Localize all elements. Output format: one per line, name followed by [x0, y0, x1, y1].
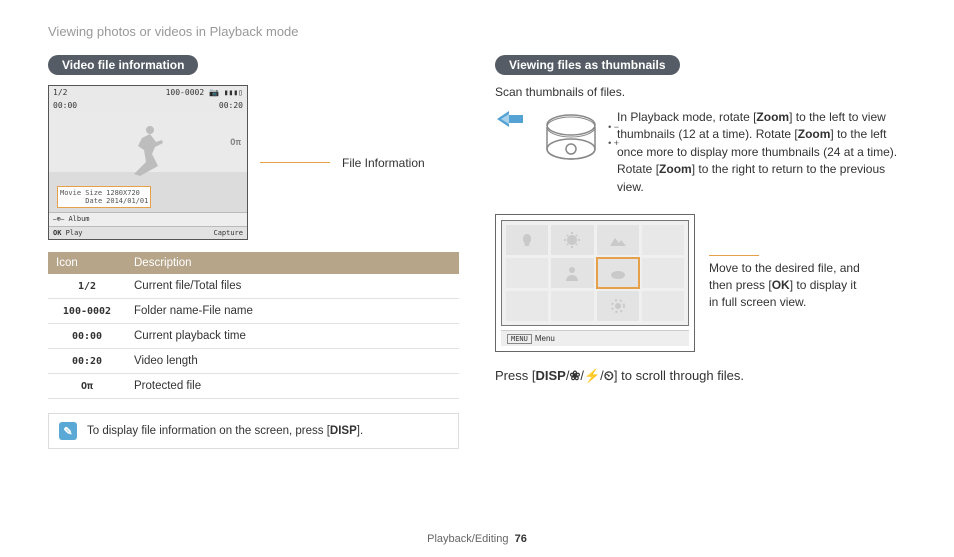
lcd-time-current: 00:00 [53, 101, 77, 110]
timer-icon: ⏲ [604, 368, 614, 383]
table-row: 00:20Video length [48, 349, 459, 374]
icon-table: Icon Description 1/2Current file/Total f… [48, 252, 459, 399]
subheading-scan: Scan thumbnails of files. [495, 85, 906, 99]
zoom-instructions: In Playback mode, rotate [Zoom] to the l… [617, 109, 906, 196]
menu-label: Menu [535, 334, 555, 343]
thumb-cell [597, 291, 639, 321]
heading-thumbnails: Viewing files as thumbnails [495, 55, 680, 75]
arrow-icon [495, 109, 525, 131]
thumb-cell [506, 225, 548, 255]
table-row: 00:00Current playback time [48, 324, 459, 349]
info-label-date: Date [60, 197, 102, 205]
note-text: To display file information on the scree… [87, 425, 363, 437]
zoom-dial-icon: • − • + [541, 109, 601, 165]
thumb-cell [642, 225, 684, 255]
capture-label: Capture [213, 229, 243, 237]
thumb-cell [551, 225, 593, 255]
flash-icon: ⚡ [584, 368, 600, 383]
lcd-filename-battery: 100-0002 📷 ▮▮▮▯ [166, 88, 243, 97]
thumb-cell-selected [597, 258, 639, 288]
table-row: OπProtected file [48, 374, 459, 399]
info-value-date: 2014/01/01 [106, 197, 148, 205]
callout-line-icon [709, 255, 759, 256]
th-description: Description [126, 252, 459, 274]
lock-icon: Oπ [230, 138, 241, 148]
lcd-preview: 1/2 100-0002 📷 ▮▮▮▯ 00:00 00:20 Oπ [48, 85, 248, 240]
note-icon: ✎ [59, 422, 77, 440]
thumb-cell [642, 258, 684, 288]
album-label: Album [68, 215, 89, 223]
ok-label: OK [53, 229, 61, 237]
left-column: Video file information 1/2 100-0002 📷 ▮▮… [48, 55, 459, 449]
thumb-cell [506, 258, 548, 288]
thumb-cell [506, 291, 548, 321]
thumbnail-grid: MENUMenu [495, 214, 695, 352]
thumb-cell [551, 291, 593, 321]
th-icon: Icon [48, 252, 126, 274]
right-column: Viewing files as thumbnails Scan thumbna… [495, 55, 906, 449]
album-icon: ⎯⊕⎯ [53, 215, 64, 223]
page-title: Viewing photos or videos in Playback mod… [48, 24, 906, 39]
thumb-cell [642, 291, 684, 321]
table-row: 1/2Current file/Total files [48, 274, 459, 299]
dial-plus: • + [608, 135, 619, 151]
page-footer: Playback/Editing 76 [0, 533, 954, 545]
lcd-counter: 1/2 [53, 88, 67, 97]
thumb-cell [597, 225, 639, 255]
dancer-silhouette-icon [128, 124, 168, 180]
menu-button-icon: MENU [507, 334, 532, 344]
callout-file-info: File Information [342, 156, 425, 170]
play-label: Play [66, 229, 83, 237]
lcd-time-total: 00:20 [219, 101, 243, 110]
thumb-callout: Move to the desired file, and then press… [709, 260, 860, 310]
thumb-menu-bar: MENUMenu [501, 330, 689, 346]
note-box: ✎ To display file information on the scr… [48, 413, 459, 449]
heading-video-file-info: Video file information [48, 55, 198, 75]
table-row: 100-0002Folder name-File name [48, 299, 459, 324]
info-value-size: 1280X720 [106, 189, 148, 197]
thumb-cell [551, 258, 593, 288]
callout-line-icon [260, 162, 330, 163]
press-instructions: Press [DISP/❀/⚡/⏲] to scroll through fil… [495, 368, 906, 384]
info-label-size: Movie Size [60, 189, 102, 197]
dial-minus: • − [608, 119, 619, 135]
macro-icon: ❀ [569, 368, 580, 383]
file-info-box: Movie Size Date 1280X720 2014/01/01 [57, 186, 151, 208]
